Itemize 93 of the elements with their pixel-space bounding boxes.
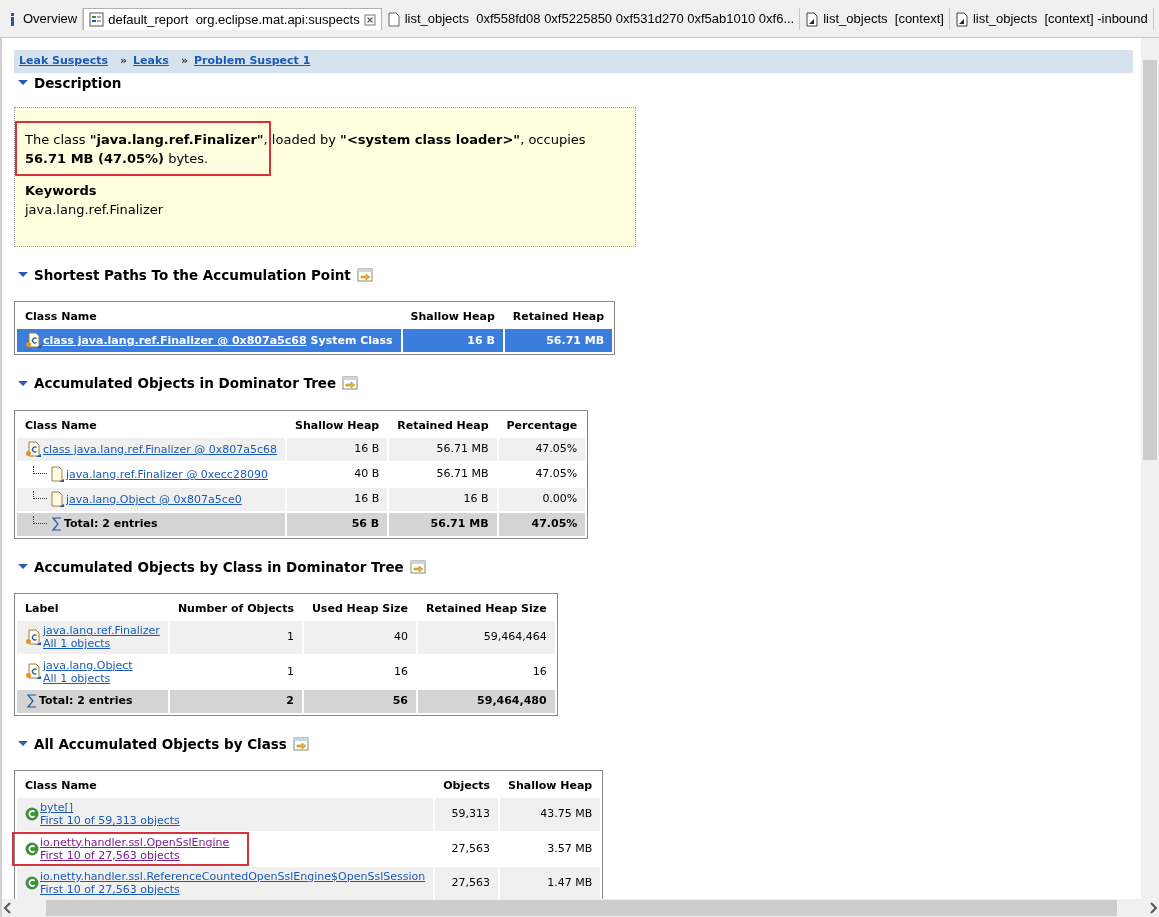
objects-link[interactable]: All 1 objects [43,671,133,685]
page-icon [805,11,820,27]
sum-icon [50,516,63,533]
column-header: Number of Objects [176,600,295,617]
table-cell: 59,464,464 [417,621,555,654]
class-circle-icon [25,876,39,891]
table-cell: 2 [169,690,302,713]
object-file-icon [50,491,65,509]
column-header: Class Name [24,417,98,434]
collapse-triangle-icon [18,271,28,279]
horizontal-scrollbar[interactable] [0,899,1159,917]
export-icon [356,266,373,283]
table-cell: 56 [303,690,416,713]
table-cell: 59,464,480 [417,690,555,713]
section-heading: Description [34,74,122,91]
class-link[interactable]: byte[] [40,801,74,815]
export-icon [409,558,426,575]
scroll-right-icon [1147,901,1159,915]
section-heading: Shortest Paths To the Accumulation Point [34,266,351,283]
class-link[interactable]: java.lang.ref.Finalizer @ 0xecc28090 [66,467,268,482]
breadcrumb-link[interactable]: Leaks [133,53,169,70]
objects-link[interactable]: First 10 of 27,563 objects [40,883,426,897]
vertical-scrollbar[interactable] [1141,38,1159,899]
class-circle-icon [25,807,39,822]
page-icon [954,11,969,27]
objects-link[interactable]: First 10 of 59,313 objects [40,814,180,828]
keywords-text: java.lang.ref.Finalizer [25,201,165,220]
table-cell: 56.71 MB [389,438,497,462]
class-link[interactable]: class java.lang.ref.Finalizer @ 0x807a5c68 [43,334,307,348]
section-heading: Accumulated Objects in Dominator Tree [34,375,337,392]
editor-tab[interactable]: default_report org.eclipse.mat.api:suspects [83,8,382,30]
class-file-icon [25,441,42,459]
export-icon [342,375,359,392]
class-link[interactable]: io.netty.handler.ssl.ReferenceCountedOpenSslEngine$OpenSslSession [40,869,426,884]
table-cell: 56.71 MB [389,513,497,536]
column-header: Shallow Heap [507,777,594,794]
breadcrumb-link[interactable]: Problem Suspect 1 [194,53,311,70]
table-cell: 16 B [402,329,503,353]
breadcrumb-link[interactable]: Leak Suspects [19,53,108,70]
column-header: Class Name [24,308,98,325]
table-cell: 40 [303,621,416,654]
scroll-left-icon [2,901,14,915]
table-cell: 47.05% [498,438,586,462]
total-label: Total: 2 entries [39,693,133,709]
class-link[interactable]: io.netty.handler.ssl.OpenSslEngine [40,835,230,849]
table-cell: 27,563 [435,866,498,899]
export-icon [292,735,309,752]
table-cell: 56 B [286,513,388,536]
column-header: Used Heap Size [310,600,409,617]
object-file-icon [50,466,65,484]
collapse-triangle-icon [18,79,28,87]
class-file-icon [25,628,42,646]
report-icon [89,12,105,27]
column-header: Retained Heap [511,308,606,325]
column-header: Objects [442,777,491,794]
column-header: Retained Heap Size [424,600,548,617]
section-heading: All Accumulated Objects by Class [34,735,287,752]
row-note: System Class [310,334,393,348]
class-file-icon [25,332,42,350]
page-icon [386,11,401,27]
column-header: Label [24,600,60,617]
description-text: The class "java.lang.ref.Finalizer", loaded by "<system class loader>", occupies 56.71 MB (47.05%) bytes. [25,130,587,169]
table-cell: 1 [169,621,302,654]
collapse-triangle-icon [18,379,28,387]
breadcrumb-separator: » [180,53,188,69]
column-header: Retained Heap [396,417,490,434]
objects-link[interactable]: All 1 objects [43,637,160,651]
column-header: Percentage [505,417,579,434]
close-icon[interactable] [363,13,376,26]
table-cell: 1.47 MB [500,866,601,899]
column-header: Class Name [24,777,98,794]
collapse-triangle-icon [18,740,28,748]
column-header: Shallow Heap [409,308,496,325]
class-file-icon [25,663,42,681]
breadcrumb-separator: » [120,53,128,69]
table-cell: 0.00% [498,488,586,512]
table-cell: 59,313 [435,798,498,831]
table-cell: 16 B [286,488,388,512]
collapse-triangle-icon [18,563,28,571]
class-link[interactable]: java.lang.Object [43,658,133,672]
keywords-label: Keywords [25,181,98,200]
table-cell: 43.75 MB [500,798,601,831]
table-cell: 16 B [389,488,497,512]
table-cell: 16 B [286,438,388,462]
section-heading: Accumulated Objects by Class in Dominator Tree [34,558,404,575]
column-header: Shallow Heap [293,417,381,434]
table-cell: 56.71 MB [504,329,613,353]
sum-icon [25,693,38,710]
table-cell: 47.05% [498,513,586,536]
objects-link[interactable]: First 10 of 27,563 objects [40,848,230,862]
total-label: Total: 2 entries [64,516,158,533]
class-circle-icon [25,841,39,856]
class-link[interactable]: java.lang.ref.Finalizer [43,624,160,638]
